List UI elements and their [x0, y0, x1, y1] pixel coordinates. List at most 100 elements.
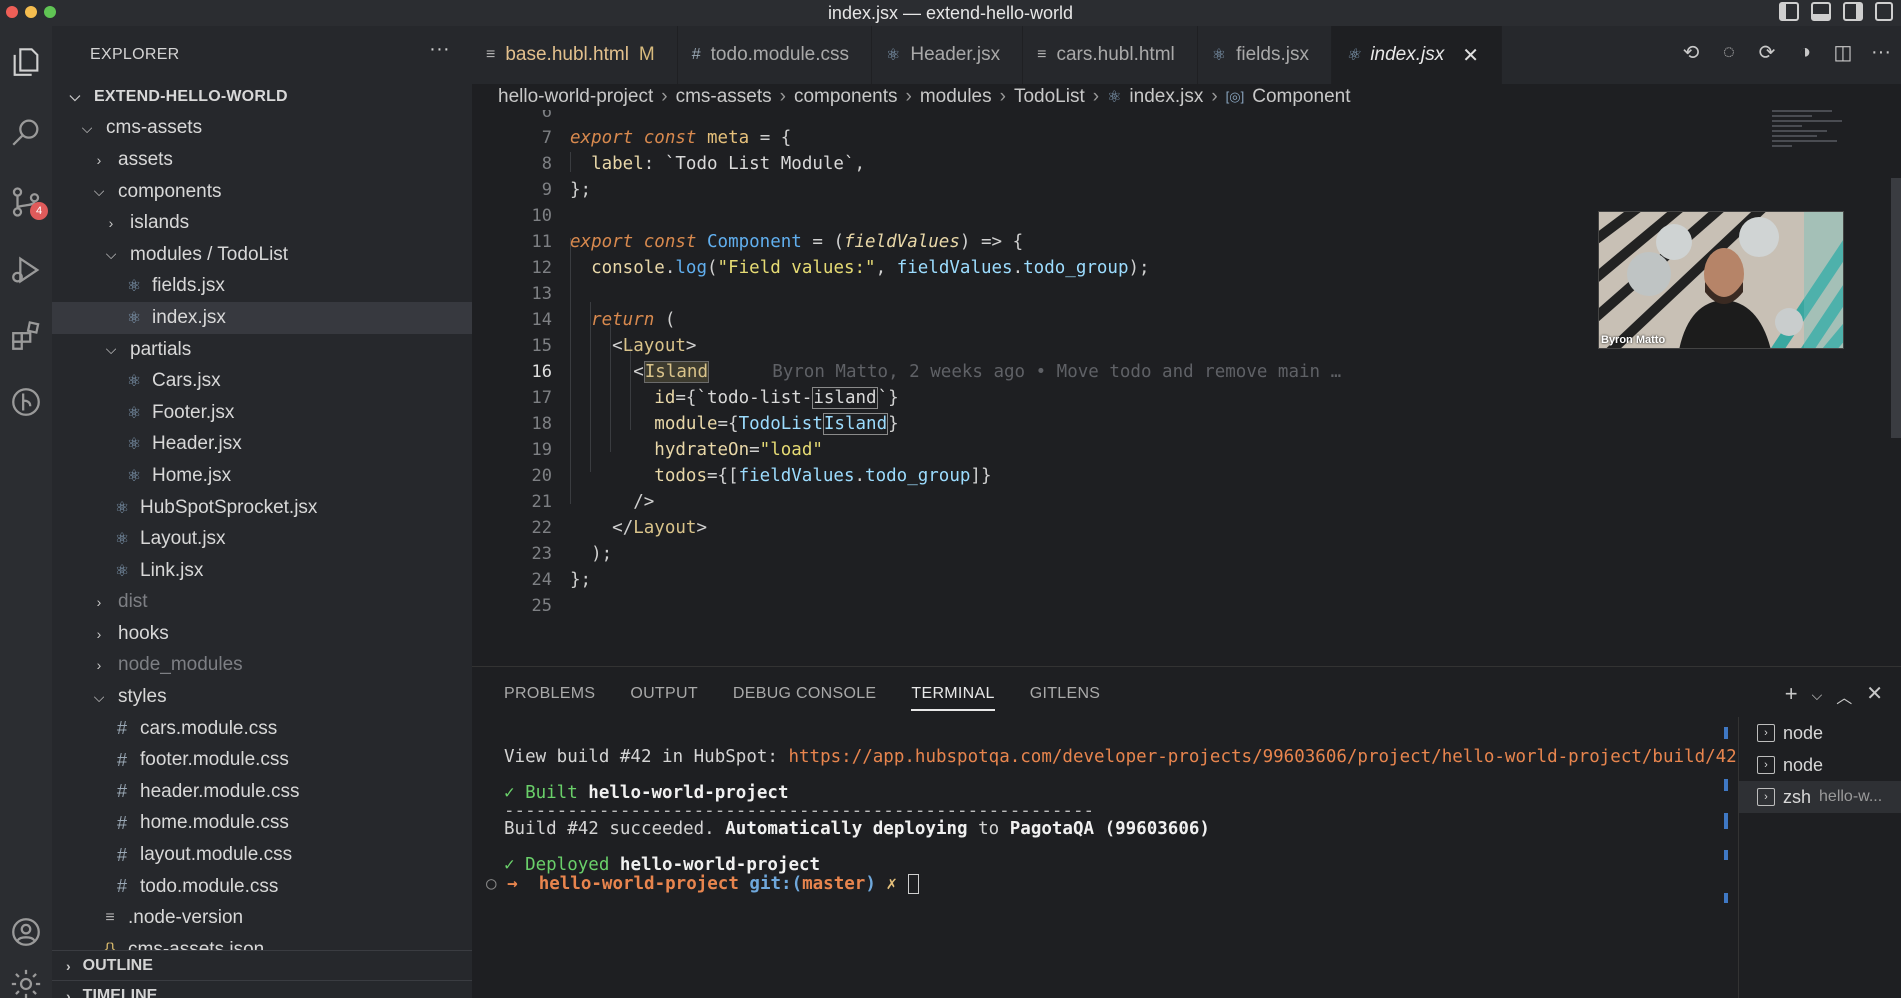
manage-gear-icon[interactable]	[0, 958, 52, 998]
editor-tab[interactable]: ⚛ index.jsx ✕	[1331, 26, 1502, 84]
account-icon[interactable]	[0, 906, 52, 958]
breadcrumb-separator-icon: ›	[1211, 86, 1218, 107]
breadcrumb-item[interactable]: cms-assets	[676, 86, 772, 108]
folder-item[interactable]: ⌵ partials	[52, 334, 472, 366]
code-editor[interactable]: 6 7 8 9 10 11 12 13 14 15 16 17 18 19 20 21 22 23 24 25 exp…	[472, 110, 1901, 666]
search-icon[interactable]	[0, 106, 52, 158]
file-item[interactable]: ⚛ HubSpotSprocket.jsx	[52, 492, 472, 524]
go-forward-icon[interactable]: ⟳	[1755, 40, 1779, 64]
panel-tab[interactable]: GITLENS	[1030, 685, 1101, 711]
editor-tab[interactable]: # todo.module.css	[678, 26, 873, 84]
code-line-21: />	[633, 492, 655, 512]
file-item[interactable]: # cars.module.css	[52, 713, 472, 745]
workspace-root[interactable]: ⌵ EXTEND-HELLO-WORLD	[52, 81, 472, 113]
toggle-secondary-sidebar-icon[interactable]	[1843, 2, 1863, 21]
go-back-icon[interactable]: ⟲	[1679, 40, 1703, 64]
terminal-dropdown-icon[interactable]: ⌵	[1812, 687, 1823, 708]
more-actions-icon[interactable]: ···	[1869, 40, 1893, 64]
panel-tab[interactable]: TERMINAL	[911, 685, 995, 711]
breadcrumb-item[interactable]: components	[794, 86, 898, 108]
panel-tab[interactable]: DEBUG CONSOLE	[733, 685, 877, 711]
editor-tab[interactable]: ≡ cars.hubl.html	[1023, 26, 1198, 84]
panel-tab[interactable]: OUTPUT	[630, 685, 698, 711]
breadcrumb-item[interactable]: index.jsx	[1129, 86, 1203, 108]
folder-item[interactable]: ⌵ modules / TodoList	[52, 239, 472, 271]
file-item[interactable]: ⚛ Layout.jsx	[52, 523, 472, 555]
react-file-icon: ⚛	[126, 436, 142, 454]
folder-item[interactable]: › assets	[52, 144, 472, 176]
breadcrumb-item[interactable]: modules	[920, 86, 992, 108]
file-item[interactable]: # header.module.css	[52, 776, 472, 808]
breadcrumb-item[interactable]: Component	[1252, 86, 1350, 108]
editor-tab[interactable]: ⚛ Header.jsx	[872, 26, 1024, 84]
editor-scrollbar[interactable]	[1891, 178, 1901, 438]
breadcrumb-item[interactable]: hello-world-project	[498, 86, 653, 108]
close-panel-icon[interactable]: ✕	[1866, 681, 1883, 708]
panel-tab[interactable]: PROBLEMS	[504, 685, 595, 711]
file-item[interactable]: ⚛ index.jsx	[52, 302, 472, 334]
gitlens-inspect-icon[interactable]: ◑	[1793, 40, 1817, 64]
file-item[interactable]: ⚛ Home.jsx	[52, 460, 472, 492]
breadcrumb-item[interactable]: TodoList	[1014, 86, 1085, 108]
terminal-scroll-marker	[1724, 893, 1728, 903]
file-item[interactable]: # home.module.css	[52, 808, 472, 840]
split-editor-icon[interactable]: ◫	[1831, 40, 1855, 64]
css-file-icon: #	[116, 718, 127, 739]
maximize-panel-icon[interactable]: ︿	[1836, 684, 1852, 708]
chevron-right-icon: ›	[66, 957, 71, 974]
react-file-icon: ⚛	[114, 499, 130, 517]
minimap[interactable]	[1772, 110, 1872, 170]
file-item[interactable]: ⚛ fields.jsx	[52, 271, 472, 303]
terminal-instance[interactable]: › node	[1739, 749, 1901, 781]
file-item[interactable]: # layout.module.css	[52, 839, 472, 871]
toggle-sidebar-icon[interactable]	[1779, 2, 1799, 21]
minimize-window-button[interactable]	[25, 6, 37, 18]
outline-section[interactable]: › OUTLINE	[52, 950, 472, 980]
code-line-23: );	[591, 544, 613, 564]
editor-tab[interactable]: ⚛ fields.jsx	[1198, 26, 1332, 84]
git-branch: master	[802, 874, 866, 894]
folder-item[interactable]: ⌵ cms-assets	[52, 113, 472, 145]
code-line-17: id={`todo-list-island`}	[654, 387, 899, 409]
zoom-window-button[interactable]	[44, 6, 56, 18]
folder-item[interactable]: › islands	[52, 207, 472, 239]
file-item[interactable]: ⚛ Footer.jsx	[52, 397, 472, 429]
code-line-22: </Layout>	[612, 518, 707, 538]
folder-item[interactable]: › node_modules	[52, 650, 472, 682]
close-window-button[interactable]	[6, 6, 18, 18]
run-debug-icon[interactable]	[0, 244, 52, 296]
close-tab-icon[interactable]: ✕	[1462, 43, 1479, 68]
terminal-prompt-line[interactable]: ○ → hello-world-project git:(master) ✗	[486, 874, 919, 894]
file-item[interactable]: # todo.module.css	[52, 871, 472, 903]
terminal-icon: ›	[1757, 756, 1775, 774]
file-item[interactable]: # footer.module.css	[52, 744, 472, 776]
customize-layout-icon[interactable]	[1875, 2, 1893, 21]
terminal-instance[interactable]: › zsh hello-w...	[1739, 781, 1901, 813]
editor-tab[interactable]: ≡ base.hubl.html M	[472, 26, 678, 84]
new-terminal-icon[interactable]: +	[1785, 681, 1798, 708]
folder-item[interactable]: › hooks	[52, 618, 472, 650]
extensions-icon[interactable]	[0, 310, 52, 362]
tree-item-label: header.module.css	[140, 780, 300, 802]
file-item[interactable]: ⚛ Header.jsx	[52, 429, 472, 461]
folder-item[interactable]: › dist	[52, 587, 472, 619]
file-item[interactable]: ⚛ Link.jsx	[52, 555, 472, 587]
folder-item[interactable]: ⌵ components	[52, 176, 472, 208]
compare-changes-icon[interactable]: ◌	[1717, 40, 1741, 64]
build-url-link[interactable]: https://app.hubspotqa.com/developer-proj…	[788, 747, 1736, 767]
gitlens-icon[interactable]	[0, 376, 52, 428]
timeline-section[interactable]: › TIMELINE	[52, 980, 472, 998]
tab-label: todo.module.css	[710, 44, 850, 65]
file-item[interactable]: ⚛ Cars.jsx	[52, 365, 472, 397]
code-line-19: hydrateOn="load"	[654, 440, 823, 460]
file-item[interactable]: ≡ .node-version	[52, 902, 472, 934]
toggle-panel-icon[interactable]	[1811, 2, 1831, 21]
tree-item-label: hooks	[118, 622, 169, 644]
folder-item[interactable]: ⌵ styles	[52, 681, 472, 713]
explorer-icon[interactable]	[0, 36, 52, 88]
terminal-instance[interactable]: › node	[1739, 717, 1901, 749]
explorer-sidebar: EXPLORER ··· ⌵ EXTEND-HELLO-WORLD ⌵ cms-a…	[52, 26, 472, 998]
tab-label: base.hubl.html	[505, 44, 629, 65]
more-actions-icon[interactable]: ···	[429, 38, 450, 61]
source-control-icon[interactable]: 4	[0, 176, 52, 228]
